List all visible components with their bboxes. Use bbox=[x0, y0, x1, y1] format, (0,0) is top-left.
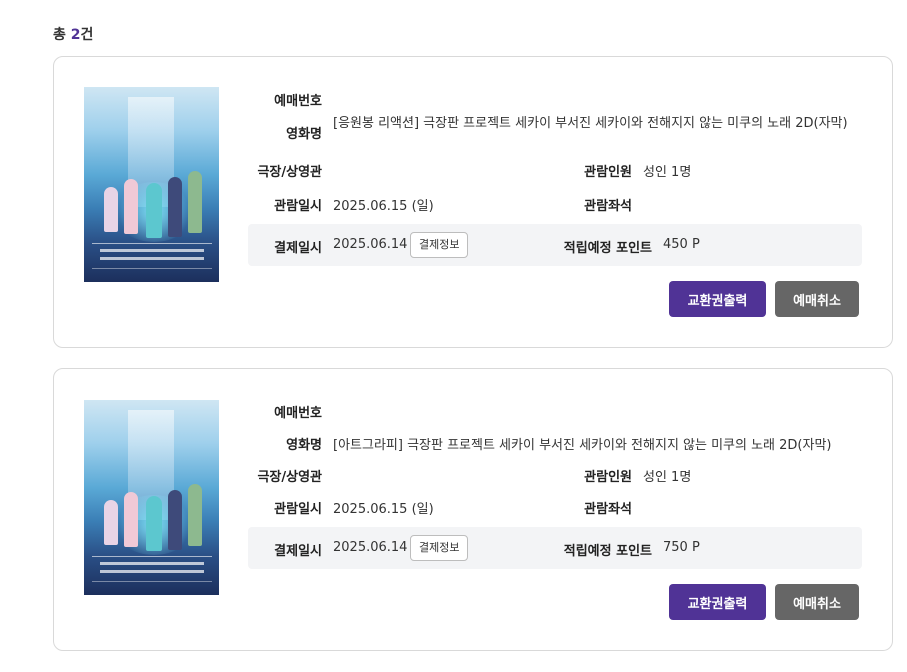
cancel-reservation-button[interactable]: 예매취소 bbox=[775, 584, 859, 620]
poster-title-area bbox=[92, 243, 212, 269]
poster-figure bbox=[168, 490, 182, 550]
date-value: 2025.06.15 (일) bbox=[333, 502, 434, 517]
theater-label: 극장/상영관 bbox=[257, 165, 322, 180]
total-prefix: 총 bbox=[53, 27, 71, 43]
poster-figure bbox=[188, 484, 202, 546]
poster-figure bbox=[168, 177, 182, 237]
print-ticket-button[interactable]: 교환권출력 bbox=[669, 584, 766, 620]
total-number: 2 bbox=[70, 27, 81, 43]
paid-value: 2025.06.14 bbox=[333, 540, 408, 555]
paid-label: 결제일시 bbox=[274, 544, 322, 559]
viewers-value: 성인 1명 bbox=[643, 165, 692, 180]
date-value: 2025.06.15 (일) bbox=[333, 199, 434, 214]
poster-figure bbox=[104, 500, 118, 545]
movie-label: 영화명 bbox=[286, 438, 322, 453]
poster-title-line bbox=[100, 249, 204, 252]
cancel-reservation-button[interactable]: 예매취소 bbox=[775, 281, 859, 317]
movie-title: [아트그라피] 극장판 프로젝트 세카이 부서진 세카이와 전해지지 않는 미쿠… bbox=[333, 438, 832, 453]
poster-title-area bbox=[92, 556, 212, 582]
points-value: 750 P bbox=[663, 540, 700, 555]
poster-figure bbox=[146, 183, 162, 238]
payment-bar: 결제일시 2025.06.14 결제정보 적립예정 포인트 750 P bbox=[248, 527, 862, 569]
reservation-card: 예매번호 영화명 [응원봉 리액션] 극장판 프로젝트 세카이 부서진 세카이와… bbox=[53, 56, 893, 348]
poster-figure bbox=[124, 179, 138, 234]
movie-poster[interactable] bbox=[84, 400, 219, 595]
seat-label: 관람좌석 bbox=[584, 502, 632, 517]
points-label: 적립예정 포인트 bbox=[563, 241, 652, 256]
poster-title-line bbox=[100, 562, 204, 565]
theater-label: 극장/상영관 bbox=[257, 470, 322, 485]
payment-bar: 결제일시 2025.06.14 결제정보 적립예정 포인트 450 P bbox=[248, 224, 862, 266]
payment-info-button[interactable]: 결제정보 bbox=[410, 535, 469, 561]
reservation-card: 예매번호 영화명 [아트그라피] 극장판 프로젝트 세카이 부서진 세카이와 전… bbox=[53, 368, 893, 651]
paid-value: 2025.06.14 bbox=[333, 237, 408, 252]
date-label: 관람일시 bbox=[274, 502, 322, 517]
booking-no-label: 예매번호 bbox=[274, 94, 322, 109]
poster-figure bbox=[188, 171, 202, 233]
poster-title-line bbox=[100, 570, 204, 573]
payment-info-button[interactable]: 결제정보 bbox=[410, 232, 469, 258]
movie-poster[interactable] bbox=[84, 87, 219, 282]
poster-title-line bbox=[100, 257, 204, 260]
booking-no-label: 예매번호 bbox=[274, 406, 322, 421]
total-suffix: 건 bbox=[80, 27, 94, 43]
poster-figure bbox=[104, 187, 118, 232]
seat-label: 관람좌석 bbox=[584, 199, 632, 214]
viewers-label: 관람인원 bbox=[584, 470, 632, 485]
total-count: 총 2건 bbox=[53, 24, 93, 44]
date-label: 관람일시 bbox=[274, 199, 322, 214]
viewers-value: 성인 1명 bbox=[643, 470, 692, 485]
points-label: 적립예정 포인트 bbox=[563, 544, 652, 559]
print-ticket-button[interactable]: 교환권출력 bbox=[669, 281, 766, 317]
points-value: 450 P bbox=[663, 237, 700, 252]
paid-label: 결제일시 bbox=[274, 241, 322, 256]
movie-label: 영화명 bbox=[286, 127, 322, 142]
poster-figure bbox=[146, 496, 162, 551]
movie-title: [응원봉 리액션] 극장판 프로젝트 세카이 부서진 세카이와 전해지지 않는 … bbox=[333, 116, 848, 131]
viewers-label: 관람인원 bbox=[584, 165, 632, 180]
poster-figure bbox=[124, 492, 138, 547]
